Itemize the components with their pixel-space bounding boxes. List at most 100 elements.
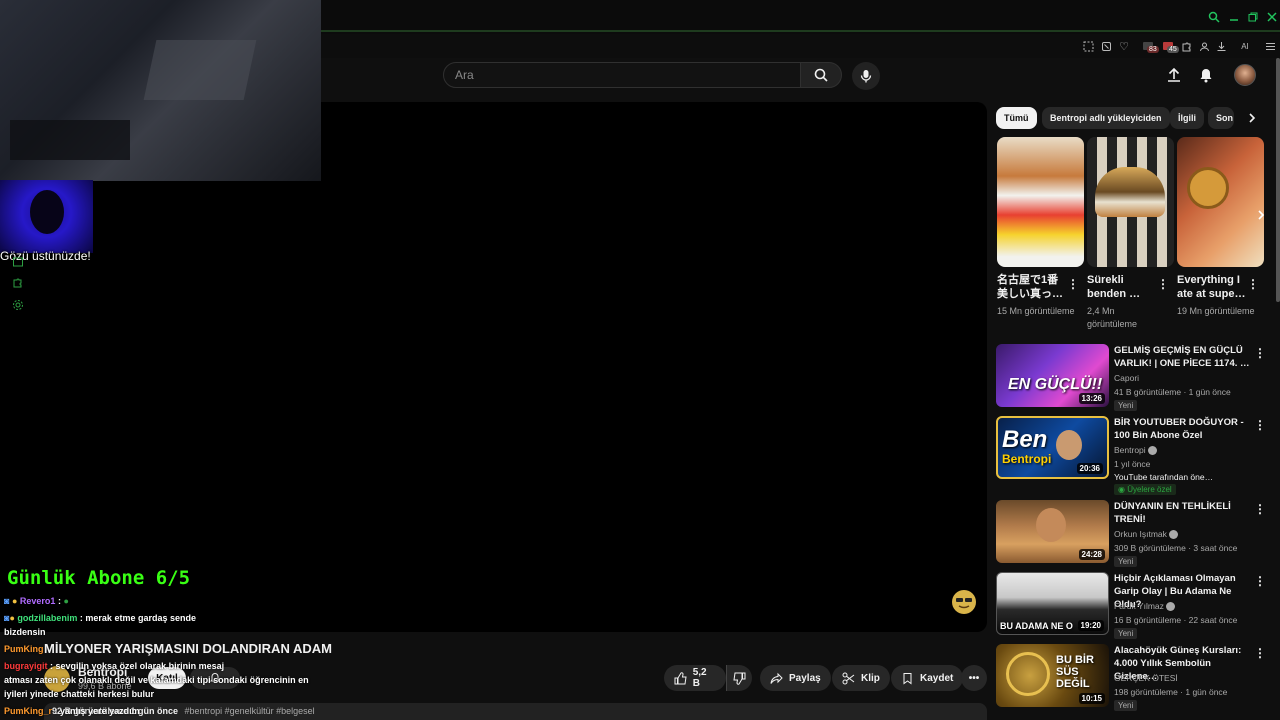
ai-button[interactable]: AI: [1233, 38, 1257, 54]
thumbnail-text: EN GÜÇLÜ!!: [1008, 376, 1103, 393]
scissors-icon: [842, 672, 855, 684]
video-title[interactable]: BİR YOUTUBER DOĞUYOR - 100 Bin Abone Öze…: [1114, 416, 1250, 442]
video-duration: 20:36: [1076, 463, 1103, 474]
short-menu-button[interactable]: ⋮: [1247, 277, 1259, 291]
dislike-button[interactable]: [726, 665, 752, 691]
channel-name-row[interactable]: Orkun Işıtmak: [1114, 529, 1179, 540]
screenshot-icon[interactable]: [1080, 38, 1096, 54]
extension-badge-count: 83: [1147, 46, 1159, 53]
profile-icon[interactable]: [1196, 38, 1212, 54]
thumbnail-text: BU BİR SÜS DEĞİL: [1056, 654, 1094, 690]
short-menu-button[interactable]: ⋮: [1067, 277, 1079, 291]
hashtags[interactable]: #bentropi #genelkültür #belgesel: [185, 706, 315, 716]
video-meta: 198 görüntüleme · 1 gün önce: [1114, 687, 1228, 697]
restore-icon[interactable]: [1247, 11, 1259, 23]
chip-label: Son: [1216, 113, 1233, 123]
video-menu-button[interactable]: ⋮: [1254, 346, 1266, 360]
voice-search-button[interactable]: [852, 62, 880, 90]
verified-icon: [1148, 446, 1158, 456]
video-duration: 24:28: [1078, 549, 1105, 560]
video-menu-button[interactable]: ⋮: [1254, 646, 1266, 660]
channel-name[interactable]: GERÇEK ÖTESİ: [1114, 673, 1178, 683]
download-icon[interactable]: [1213, 38, 1229, 54]
chip-related[interactable]: İlgili: [1170, 107, 1204, 129]
recommended-video[interactable]: Ben Bentropi 20:36 BİR YOUTUBER DOĞUYOR …: [996, 416, 1268, 495]
share-icon: [770, 672, 783, 684]
short-title[interactable]: Everything I ate at supe…: [1177, 273, 1247, 301]
like-count: 5,2 B: [692, 667, 707, 689]
thumbnail-text: BU ADAMA NE O: [1000, 621, 1073, 631]
recommended-video[interactable]: EN GÜÇLÜ!! 13:26 GELMİŞ GEÇMİŞ EN GÜÇLÜ …: [996, 344, 1268, 411]
notifications-icon[interactable]: [1198, 67, 1214, 83]
video-menu-button[interactable]: ⋮: [1254, 574, 1266, 588]
puzzle-icon[interactable]: [1178, 38, 1194, 54]
video-thumbnail[interactable]: BU ADAMA NE O 19:20: [996, 572, 1109, 635]
new-badge: Yeni: [1114, 556, 1138, 567]
more-actions-button[interactable]: •••: [961, 665, 987, 691]
video-meta: 41 B görüntüleme · 1 gün önce: [1114, 387, 1231, 397]
video-title[interactable]: GELMİŞ GEÇMİŞ EN GÜÇLÜ VARLIK! | ONE PİE…: [1114, 344, 1250, 370]
heart-icon[interactable]: ♡: [1116, 38, 1132, 54]
chip-recent[interactable]: Son: [1208, 107, 1234, 129]
video-player[interactable]: [0, 102, 987, 632]
share-button[interactable]: Paylaş: [760, 665, 831, 691]
new-badge: Yeni: [1114, 400, 1138, 411]
user-avatar[interactable]: [1234, 64, 1256, 86]
channel-name-row[interactable]: Faruk Yılmaz: [1114, 601, 1176, 612]
video-menu-button[interactable]: ⋮: [1254, 502, 1266, 516]
upload-icon[interactable]: [1166, 67, 1182, 83]
extension-icon[interactable]: [12, 277, 26, 291]
extension-badge-icon[interactable]: 83: [1140, 38, 1159, 54]
video-thumbnail[interactable]: EN GÜÇLÜ!! 13:26: [996, 344, 1109, 407]
short-views: 19 Mn görüntüleme: [1177, 306, 1255, 316]
search-icon[interactable]: [1208, 11, 1220, 23]
thumbs-up-icon: [674, 671, 687, 684]
like-button[interactable]: 5,2 B: [664, 665, 726, 691]
menu-icon[interactable]: [1262, 38, 1278, 54]
chip-all[interactable]: Tümü: [996, 107, 1037, 129]
close-icon[interactable]: [1266, 11, 1278, 23]
promoted-label: YouTube tarafından öne…: [1114, 472, 1214, 482]
checklist-icon[interactable]: [12, 256, 26, 270]
chat-message-continued: iyileri yinede chatteki herkesi bulur: [4, 689, 155, 699]
description-box[interactable]: 92 B görüntüleme 1 gün önce #bentropi #g…: [44, 703, 987, 720]
subscriber-goal-text: Günlük Abone 6/5: [7, 567, 191, 589]
clip-button[interactable]: Klip: [832, 665, 890, 691]
search-button[interactable]: [800, 62, 842, 88]
video-title[interactable]: DÜNYANIN EN TEHLİKELİ TRENİ!: [1114, 500, 1250, 526]
thumbnail-text: Bentropi: [1002, 452, 1052, 466]
shorts-next-button[interactable]: [1252, 204, 1270, 226]
minimize-icon[interactable]: [1228, 11, 1240, 23]
video-duration: 19:20: [1077, 620, 1104, 631]
channel-name-row[interactable]: Bentropi: [1114, 445, 1158, 456]
extension-badge-icon-2[interactable]: 45: [1160, 38, 1179, 54]
channel-name[interactable]: Capori: [1114, 373, 1139, 383]
channel-name: Faruk Yılmaz: [1114, 601, 1164, 611]
verified-icon: [1166, 602, 1176, 612]
video-thumbnail[interactable]: Ben Bentropi 20:36: [996, 416, 1109, 479]
chip-from-uploader[interactable]: Bentropi adlı yükleyiciden: [1042, 107, 1170, 129]
short-thumbnail[interactable]: [1087, 137, 1174, 267]
search-box[interactable]: [443, 62, 801, 88]
save-button[interactable]: Kaydet: [891, 665, 964, 691]
short-thumbnail[interactable]: [997, 137, 1084, 267]
recommended-video[interactable]: BU ADAMA NE O 19:20 Hiçbir Açıklaması Ol…: [996, 572, 1268, 639]
recommended-video[interactable]: BU BİR SÜS DEĞİL 10:15 Alacahöyük Güneş …: [996, 644, 1268, 711]
chips-next-button[interactable]: [1237, 107, 1267, 129]
ai-label: AI: [1241, 41, 1249, 51]
page-scrollbar[interactable]: [1276, 58, 1280, 302]
chat-username: godzillabenim: [17, 613, 78, 623]
recommended-video[interactable]: 24:28 DÜNYANIN EN TEHLİKELİ TRENİ! Orkun…: [996, 500, 1268, 567]
short-title[interactable]: Sürekli benden …: [1087, 273, 1157, 301]
chevron-right-icon: [1249, 113, 1256, 123]
video-thumbnail[interactable]: BU BİR SÜS DEĞİL 10:15: [996, 644, 1109, 707]
video-menu-button[interactable]: ⋮: [1254, 418, 1266, 432]
short-thumbnail[interactable]: [1177, 137, 1264, 267]
search-input[interactable]: [444, 63, 800, 87]
video-thumbnail[interactable]: 24:28: [996, 500, 1109, 563]
short-title[interactable]: 名古屋で1番美しい真っ…: [997, 273, 1067, 301]
shield-icon[interactable]: [1098, 38, 1114, 54]
chat-text: :: [57, 596, 61, 606]
short-menu-button[interactable]: ⋮: [1157, 277, 1169, 291]
settings-gear-icon[interactable]: [12, 299, 26, 313]
